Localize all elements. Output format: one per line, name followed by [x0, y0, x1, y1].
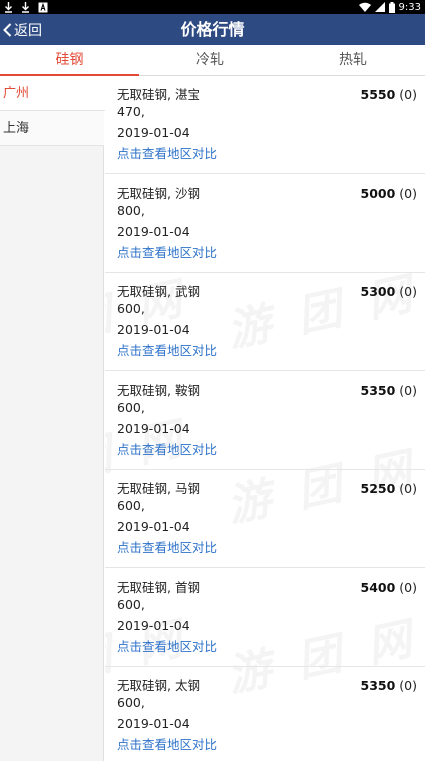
download-icon	[21, 1, 30, 13]
item-spec: 800,	[117, 203, 145, 218]
item-date: 2019-01-04	[117, 618, 190, 633]
item-price-block: 5550 (0)	[361, 86, 418, 103]
item-spec: 600,	[117, 400, 145, 415]
list-item: 无取硅钢, 太钢 600, 2019-01-04 点击查看地区对比 5350 (…	[105, 667, 425, 761]
item-name: 无取硅钢, 沙钢	[117, 186, 200, 201]
item-change: (0)	[399, 284, 417, 299]
chevron-left-icon	[3, 22, 14, 37]
item-date: 2019-01-04	[117, 716, 190, 731]
item-change: (0)	[399, 87, 417, 102]
item-change: (0)	[399, 678, 417, 693]
item-name: 无取硅钢, 鞍钢	[117, 383, 200, 398]
region-compare-link[interactable]: 点击查看地区对比	[117, 145, 217, 162]
page-title: 价格行情	[180, 20, 245, 39]
item-date: 2019-01-04	[117, 519, 190, 534]
list-item: 无取硅钢, 武钢 600, 2019-01-04 点击查看地区对比 5300 (…	[105, 273, 425, 371]
item-change: (0)	[399, 186, 417, 201]
tab-hot-rolled[interactable]: 热轧	[281, 45, 425, 76]
item-spec: 600,	[117, 498, 145, 513]
item-date: 2019-01-04	[117, 322, 190, 337]
item-change: (0)	[399, 383, 417, 398]
wifi-icon	[358, 2, 371, 12]
list-item: 无取硅钢, 沙钢 800, 2019-01-04 点击查看地区对比 5000 (…	[105, 175, 425, 273]
tab-cold-rolled[interactable]: 冷轧	[139, 45, 281, 76]
item-date: 2019-01-04	[117, 224, 190, 239]
item-name: 无取硅钢, 武钢	[117, 284, 200, 299]
item-price-block: 5250 (0)	[361, 480, 418, 497]
region-sidebar: 广州 上海	[0, 76, 105, 761]
region-compare-link[interactable]: 点击查看地区对比	[117, 342, 217, 359]
tab-silicon-steel[interactable]: 硅钢	[0, 45, 139, 76]
status-time: 9:33	[398, 1, 421, 13]
item-spec: 470,	[117, 104, 145, 119]
sidebar-item-guangzhou[interactable]: 广州	[0, 76, 105, 111]
item-price: 5400	[360, 580, 396, 595]
item-price: 5350	[360, 383, 396, 398]
list-item: 无取硅钢, 马钢 600, 2019-01-04 点击查看地区对比 5250 (…	[105, 470, 425, 568]
notification-a-icon	[38, 2, 48, 13]
status-bar: 9:33	[0, 0, 425, 14]
item-price-block: 5400 (0)	[361, 579, 418, 596]
status-bar-left	[4, 0, 48, 14]
download-icon	[4, 1, 13, 13]
item-name: 无取硅钢, 太钢	[117, 678, 200, 693]
sidebar-item-shanghai[interactable]: 上海	[0, 111, 104, 146]
status-bar-right: 9:33	[358, 0, 421, 14]
item-price: 5300	[360, 284, 396, 299]
item-spec: 600,	[117, 301, 145, 316]
region-compare-link[interactable]: 点击查看地区对比	[117, 244, 217, 261]
signal-icon	[374, 2, 385, 12]
list-item: 无取硅钢, 湛宝 470, 2019-01-04 点击查看地区对比 5550 (…	[105, 76, 425, 174]
region-compare-link[interactable]: 点击查看地区对比	[117, 638, 217, 655]
item-change: (0)	[399, 580, 417, 595]
item-change: (0)	[399, 481, 417, 496]
list-item: 无取硅钢, 鞍钢 600, 2019-01-04 点击查看地区对比 5350 (…	[105, 372, 425, 470]
item-price: 5250	[360, 481, 396, 496]
item-price-block: 5350 (0)	[361, 382, 418, 399]
region-compare-link[interactable]: 点击查看地区对比	[117, 539, 217, 556]
item-price: 5000	[360, 186, 396, 201]
back-button[interactable]: 返回	[0, 14, 42, 45]
region-compare-link[interactable]: 点击查看地区对比	[117, 736, 217, 753]
item-name: 无取硅钢, 首钢	[117, 580, 200, 595]
item-name: 无取硅钢, 马钢	[117, 481, 200, 496]
region-compare-link[interactable]: 点击查看地区对比	[117, 441, 217, 458]
item-date: 2019-01-04	[117, 125, 190, 140]
list-item: 无取硅钢, 首钢 600, 2019-01-04 点击查看地区对比 5400 (…	[105, 569, 425, 667]
item-spec: 600,	[117, 695, 145, 710]
item-price: 5550	[360, 87, 396, 102]
category-tabs: 硅钢 冷轧 热轧	[0, 45, 425, 76]
item-date: 2019-01-04	[117, 421, 190, 436]
item-price-block: 5000 (0)	[361, 185, 418, 202]
item-price: 5350	[360, 678, 396, 693]
item-price-block: 5300 (0)	[361, 283, 418, 300]
app-header: 返回 价格行情	[0, 14, 425, 45]
battery-icon	[388, 1, 395, 13]
back-label: 返回	[14, 22, 42, 39]
price-list[interactable]: 游 团 网 游 团 网 游 团 网 游 团 网 游 团 网 游 团 网 无取硅钢…	[105, 76, 425, 761]
item-spec: 600,	[117, 597, 145, 612]
item-name: 无取硅钢, 湛宝	[117, 87, 200, 102]
item-price-block: 5350 (0)	[361, 677, 418, 694]
